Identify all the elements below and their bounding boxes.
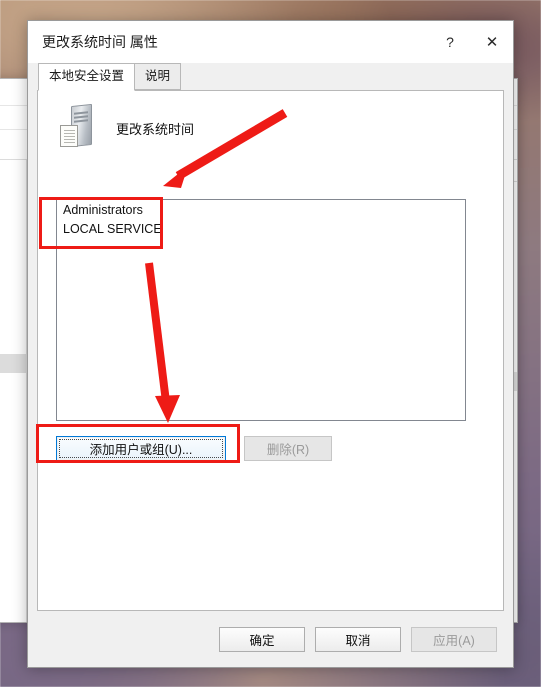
add-user-or-group-button[interactable]: 添加用户或组(U)... xyxy=(56,436,226,461)
policy-header: 更改系统时间 xyxy=(38,91,503,151)
list-item[interactable]: Administrators xyxy=(57,200,465,219)
tree-item[interactable]: 络 xyxy=(0,164,26,183)
tree-item[interactable]: 署的 xyxy=(0,259,26,278)
listbox-button-row: 添加用户或组(U)... 删除(R) xyxy=(56,436,332,461)
tree-item[interactable]: 设置 xyxy=(0,278,26,297)
tree-item[interactable]: (启动 xyxy=(0,240,26,259)
computer-policy-icon xyxy=(58,103,100,151)
close-icon[interactable]: ✕ xyxy=(471,21,513,63)
tree-item[interactable]: 🔒安 xyxy=(0,373,26,392)
tree-item[interactable]: 公钥策 xyxy=(0,430,26,449)
dialog-title: 更改系统时间 属性 xyxy=(42,34,158,50)
cancel-button[interactable]: 取消 xyxy=(315,626,401,652)
remove-button: 删除(R) xyxy=(244,436,332,461)
tab-local-security-setting[interactable]: 本地安全设置 xyxy=(38,63,136,91)
tree-item[interactable]: 🔒审 xyxy=(0,335,26,354)
list-item[interactable]: LOCAL SERVICE xyxy=(57,219,465,238)
tree-item[interactable]: 应用程 xyxy=(0,468,26,487)
tab-page-local-security-setting: 更改系统时间 Administrators LOCAL SERVICE 添加用户… xyxy=(37,90,504,611)
tree-item[interactable]: 高级审 xyxy=(0,506,26,525)
tree-item-selected[interactable]: 🔒用 xyxy=(0,354,26,373)
apply-button: 应用(A) xyxy=(411,626,497,652)
tree-item[interactable]: P 安全 xyxy=(0,487,26,506)
properties-dialog[interactable]: 更改系统时间 属性 ? ✕ 本地安全设置 说明 更改系统时间 Administr… xyxy=(27,20,514,668)
policy-name: 更改系统时间 xyxy=(116,121,195,137)
tabstrip[interactable]: 本地安全设置 说明 xyxy=(28,63,513,91)
tree-item[interactable]: 量 xyxy=(0,183,26,202)
tree-item[interactable]: 解析 xyxy=(0,221,26,240)
tree-item[interactable]: vs 设 xyxy=(0,202,26,221)
dialog-footer: 确定 取消 应用(A) xyxy=(28,611,513,667)
tree-item[interactable]: 高级安 xyxy=(0,392,26,411)
tree-item[interactable]: 本地策 xyxy=(0,316,26,335)
tree-item[interactable]: 长户策 xyxy=(0,297,26,316)
user-group-listbox[interactable]: Administrators LOCAL SERVICE xyxy=(56,199,466,421)
tab-explain[interactable]: 说明 xyxy=(134,63,182,90)
ok-button[interactable]: 确定 xyxy=(219,626,305,652)
help-icon[interactable]: ? xyxy=(429,21,471,63)
dialog-titlebar[interactable]: 更改系统时间 属性 ? ✕ xyxy=(28,21,513,63)
tree-item[interactable]: 网络列 xyxy=(0,411,26,430)
background-window-tree[interactable]: 络 量 vs 设 解析 (启动 署的 设置 长户策 本地策 🔒审 🔒用 🔒安 高… xyxy=(0,160,27,622)
tree-item[interactable]: 软件限 xyxy=(0,449,26,468)
